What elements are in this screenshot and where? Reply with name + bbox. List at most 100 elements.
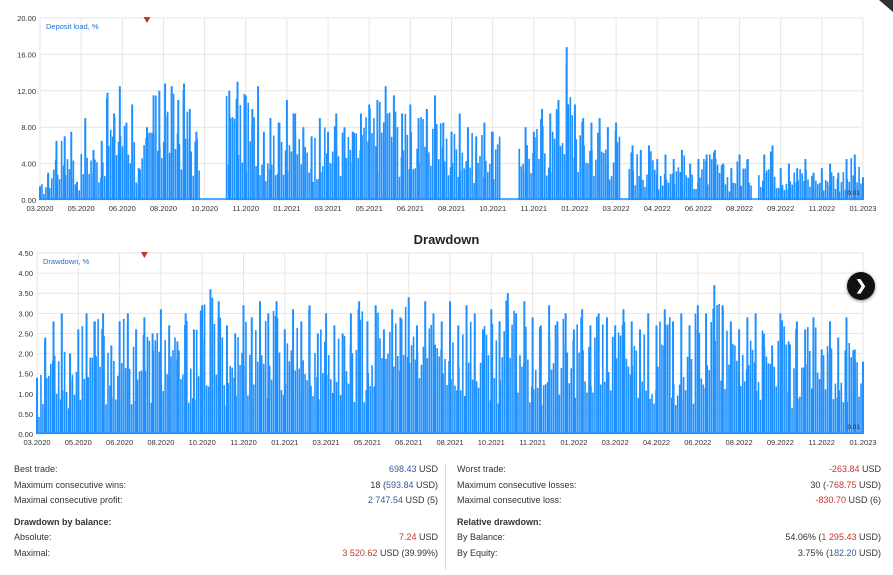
x-tick-label: 08.2021	[438, 204, 465, 213]
stat-worst-trade: Worst trade: -263.84 USD	[457, 462, 881, 478]
x-tick-label: 11.2021	[521, 204, 548, 213]
x-tick-label: 11.2022	[808, 438, 835, 447]
x-tick-label: 03.2020	[23, 438, 50, 447]
y-tick-label: 20.00	[17, 14, 36, 23]
x-tick-label: 04.2022	[643, 438, 670, 447]
x-tick-label: 08.2022	[726, 204, 753, 213]
stat-label: Maximal consecutive loss:	[457, 495, 562, 505]
x-tick-label: 08.2020	[150, 204, 177, 213]
x-tick-label: 08.2021	[436, 438, 463, 447]
stat-value: 30 (-768.75 USD)	[810, 479, 881, 490]
x-tick-label: 08.2022	[726, 438, 753, 447]
stat-value: -830.70 USD (6)	[815, 495, 881, 505]
x-tick-label: 09.2022	[767, 204, 794, 213]
x-tick-label: 10.2020	[189, 438, 216, 447]
deposit-load-chart: 0.00 4.00 8.00 12.00 16.00 20.00 03.2020 05.202…	[0, 0, 893, 222]
corner-fold-icon	[879, 0, 893, 12]
x-tick-label: 10.2021	[479, 204, 506, 213]
stat-max-consecutive-loss: Maximal consecutive loss: -830.70 USD (6…	[457, 493, 881, 509]
stat-label: Maximal consecutive profit:	[14, 495, 123, 505]
y-tick-label: 4.50	[18, 249, 33, 258]
x-tick-label: 01.2021	[271, 438, 298, 447]
y-tick-label: 3.50	[18, 289, 33, 298]
x-tick-label: 06.2021	[395, 438, 422, 447]
y-tick-label: 4.00	[18, 269, 33, 278]
stat-relative-by-equity: By Equity: 3.75% (182.20 USD)	[457, 546, 881, 562]
y-tick-label: 3.00	[18, 309, 33, 318]
end-value-label: 0.01	[847, 190, 860, 197]
stat-relative-by-balance: By Balance: 54.06% (1 295.43 USD)	[457, 530, 881, 546]
x-tick-label: 06.2022	[684, 438, 711, 447]
stat-value: 3 520.62 USD (39.99%)	[342, 547, 438, 558]
x-tick-label: 05.2021	[354, 438, 381, 447]
x-tick-label: 11.2020	[232, 204, 259, 213]
y-tick-label: 12.00	[17, 87, 36, 96]
x-tick-label: 01.2023	[849, 204, 876, 213]
x-tick-label: 09.2022	[767, 438, 794, 447]
y-tick-label: 1.00	[18, 390, 33, 399]
stat-label: By Balance:	[457, 532, 506, 542]
x-tick-label: 06.2022	[685, 204, 712, 213]
x-tick-label: 03.2021	[313, 438, 340, 447]
x-tick-label: 11.2020	[230, 438, 257, 447]
stat-max-consecutive-profit: Maximal consecutive profit: 2 747.54 USD…	[14, 493, 438, 509]
x-tick-label: 05.2020	[65, 438, 92, 447]
y-tick-label: 1.50	[18, 370, 33, 379]
stat-label: By Equity:	[457, 547, 498, 558]
x-tick-label: 11.2021	[519, 438, 546, 447]
stat-value: -263.84 USD	[828, 464, 881, 474]
x-tick-label: 05.2021	[356, 204, 383, 213]
stats-left-column: Best trade: 698.43 USD Maximum consecuti…	[14, 462, 438, 561]
stat-value: 18 (593.84 USD)	[370, 479, 438, 490]
y-tick-label: 2.00	[18, 350, 33, 359]
stats-right-column: Worst trade: -263.84 USD Maximum consecu…	[457, 462, 881, 561]
stat-label: Best trade:	[14, 464, 58, 474]
y-tick-label: 4.00	[21, 160, 36, 169]
drawdown-svg: 0.000.501.001.502.002.503.003.504.004.50…	[18, 249, 876, 447]
x-tick-label: 03.2022	[603, 204, 630, 213]
stat-label: Maximal:	[14, 547, 51, 558]
relative-drawdown-heading: Relative drawdown:	[457, 516, 542, 527]
stat-label: Worst trade:	[457, 464, 506, 474]
legend-label: Drawdown, %	[43, 257, 90, 266]
stat-value: 3.75% (182.20 USD)	[797, 547, 881, 558]
y-tick-label: 16.00	[17, 50, 36, 59]
x-tick-label: 08.2020	[147, 438, 174, 447]
stat-maximal-drawdown: Maximal: 3 520.62 USD (39.99%)	[14, 546, 438, 562]
x-tick-label: 01.2022	[560, 438, 587, 447]
x-tick-label: 03.2021	[314, 204, 341, 213]
stat-label: Maximum consecutive losses:	[457, 479, 577, 490]
stat-max-consecutive-wins: Maximum consecutive wins: 18 (593.84 USD…	[14, 478, 438, 494]
x-tick-label: 04.2022	[644, 204, 671, 213]
stat-label: Absolute:	[14, 532, 52, 542]
x-tick-label: 01.2021	[273, 204, 300, 213]
stat-max-consecutive-losses: Maximum consecutive losses: 30 (-768.75 …	[457, 478, 881, 494]
x-tick-label: 03.2020	[26, 204, 53, 213]
stat-value: 2 747.54 USD (5)	[367, 495, 438, 505]
x-tick-label: 06.2020	[109, 204, 136, 213]
drawdown-by-balance-heading: Drawdown by balance:	[14, 516, 112, 527]
next-chart-arrow-icon[interactable]: ❯	[847, 272, 875, 300]
x-tick-label: 06.2020	[106, 438, 133, 447]
stat-label: Maximum consecutive wins:	[14, 479, 127, 490]
stat-value: 54.06% (1 295.43 USD)	[785, 532, 881, 542]
x-tick-label: 11.2022	[809, 204, 836, 213]
x-tick-label: 10.2020	[191, 204, 218, 213]
stat-absolute-drawdown: Absolute: 7.24 USD	[14, 530, 438, 546]
stat-value: 7.24 USD	[398, 532, 438, 542]
end-value-label: 0.01	[847, 424, 860, 431]
x-tick-label: 01.2023	[849, 438, 876, 447]
y-tick-label: 8.00	[21, 123, 36, 132]
x-tick-label: 03.2022	[602, 438, 629, 447]
drawdown-chart: 0.00 0.50 1.00 1.50 2.00 2.50 3.00 3.50 4.00 4.50…	[0, 228, 893, 454]
stat-value: 698.43 USD	[388, 464, 438, 474]
legend-label: Deposit load, %	[46, 22, 99, 31]
trade-statistics: Best trade: 698.43 USD Maximum consecuti…	[0, 462, 893, 575]
x-tick-label: 05.2020	[68, 204, 95, 213]
y-tick-label: 2.50	[18, 329, 33, 338]
deposit-load-svg: 0.004.008.0012.0016.0020.0003.2020 05.202…	[17, 14, 876, 213]
x-tick-label: 10.2021	[478, 438, 505, 447]
x-tick-label: 06.2021	[397, 204, 424, 213]
x-tick-label: 01.2022	[561, 204, 588, 213]
stat-best-trade: Best trade: 698.43 USD	[14, 462, 438, 478]
